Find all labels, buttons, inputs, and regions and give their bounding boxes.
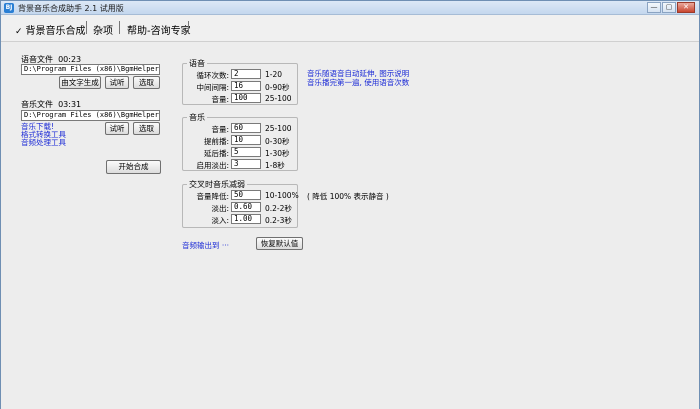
tab-bgm-compose[interactable]: ✓ 背景音乐合成: [15, 22, 86, 37]
music-file-label: 音乐文件 03:31: [21, 100, 82, 109]
voice-duration: 00:23: [58, 55, 82, 64]
music-path-input[interactable]: D:\Program Files (x86)\BgmHelper\mu:: [21, 110, 160, 121]
cross-fade-out-label: 淡出:: [211, 204, 229, 213]
post-play-label: 延后播:: [203, 149, 229, 158]
maximize-button[interactable]: ▢: [662, 2, 676, 13]
voice-volume-input[interactable]: 100: [231, 93, 261, 103]
voice-loop-note: 音乐播完第一遍, 使用语音次数: [307, 78, 410, 87]
fade-out-enable-range: 1-8秒: [265, 161, 285, 170]
cross-fade-group-title: 交叉时音乐减弱: [187, 179, 247, 190]
pre-play-range: 0-30秒: [265, 137, 290, 146]
volume-reduce-input[interactable]: 50: [231, 190, 261, 200]
music-volume-label: 音量:: [211, 125, 229, 134]
cross-fade-in-label: 淡入:: [211, 216, 229, 225]
interval-input[interactable]: 16: [231, 81, 261, 91]
window-title: 背景音乐合成助手 2.1 试用版: [18, 4, 124, 13]
post-play-range: 1-30秒: [265, 149, 290, 158]
mute-note: ( 降低 100% 表示静音 ): [307, 192, 389, 201]
cross-fade-out-range: 0.2-2秒: [265, 204, 292, 213]
voice-volume-range: 25-100: [265, 94, 292, 103]
menu-divider: [86, 21, 87, 34]
tab-label: 背景音乐合成: [25, 26, 86, 37]
interval-label: 中间间隔:: [196, 83, 229, 92]
app-icon: BJ: [4, 3, 14, 13]
main-panel: 语音文件 00:23 D:\Program Files (x86)\BgmHel…: [1, 41, 699, 409]
volume-reduce-range: 10-100%: [265, 191, 299, 200]
interval-range: 0-90秒: [265, 83, 290, 92]
loop-count-label: 循环次数:: [196, 71, 229, 80]
app-window: BJ 背景音乐合成助手 2.1 试用版 — ▢ ✕ ✓ 背景音乐合成 杂项 帮助-…: [0, 0, 700, 409]
music-listen-button[interactable]: 试听: [105, 122, 129, 135]
post-play-input[interactable]: 5: [231, 147, 261, 157]
reset-defaults-button[interactable]: 恢复默认值: [256, 237, 303, 250]
tab-help-expert[interactable]: 帮助-咨询专家: [127, 22, 191, 37]
voice-path-input[interactable]: D:\Program Files (x86)\BgmHelper\mu:: [21, 64, 160, 75]
audio-tool-link[interactable]: 音频处理工具: [21, 137, 66, 148]
pre-play-input[interactable]: 10: [231, 135, 261, 145]
cross-fade-in-range: 0.2-3秒: [265, 216, 292, 225]
generate-from-text-button[interactable]: 由文字生成: [59, 76, 101, 89]
cross-fade-out-input[interactable]: 0.60: [231, 202, 261, 212]
music-group-title: 音乐: [187, 112, 207, 123]
audio-output-link[interactable]: 音频输出到 ···: [182, 240, 229, 251]
voice-listen-button[interactable]: 试听: [105, 76, 129, 89]
menu-divider: [119, 21, 120, 34]
music-volume-input[interactable]: 60: [231, 123, 261, 133]
checkmark-icon: ✓: [15, 27, 23, 37]
volume-reduce-label: 音量降低:: [196, 192, 229, 201]
title-bar[interactable]: BJ 背景音乐合成助手 2.1 试用版 — ▢ ✕: [1, 1, 699, 15]
fade-out-enable-label: 启用淡出:: [196, 161, 229, 170]
fade-out-enable-input[interactable]: 3: [231, 159, 261, 169]
loop-count-range: 1-20: [265, 70, 283, 79]
minimize-button[interactable]: —: [647, 2, 661, 13]
voice-group-title: 语音: [187, 58, 207, 69]
start-compose-button[interactable]: 开始合成: [106, 160, 161, 174]
music-volume-range: 25-100: [265, 124, 292, 133]
close-button[interactable]: ✕: [677, 2, 695, 13]
tab-misc[interactable]: 杂项: [93, 22, 113, 37]
menu-divider: [188, 21, 189, 34]
pre-play-label: 提前播:: [203, 137, 229, 146]
window-controls: — ▢ ✕: [647, 2, 695, 13]
menu-bar: ✓ 背景音乐合成 杂项 帮助-咨询专家: [1, 16, 699, 40]
loop-count-input[interactable]: 2: [231, 69, 261, 79]
cross-fade-in-input[interactable]: 1.00: [231, 214, 261, 224]
voice-volume-label: 音量:: [211, 95, 229, 104]
music-duration: 03:31: [58, 100, 82, 109]
music-select-button[interactable]: 选取: [133, 122, 160, 135]
voice-select-button[interactable]: 选取: [133, 76, 160, 89]
